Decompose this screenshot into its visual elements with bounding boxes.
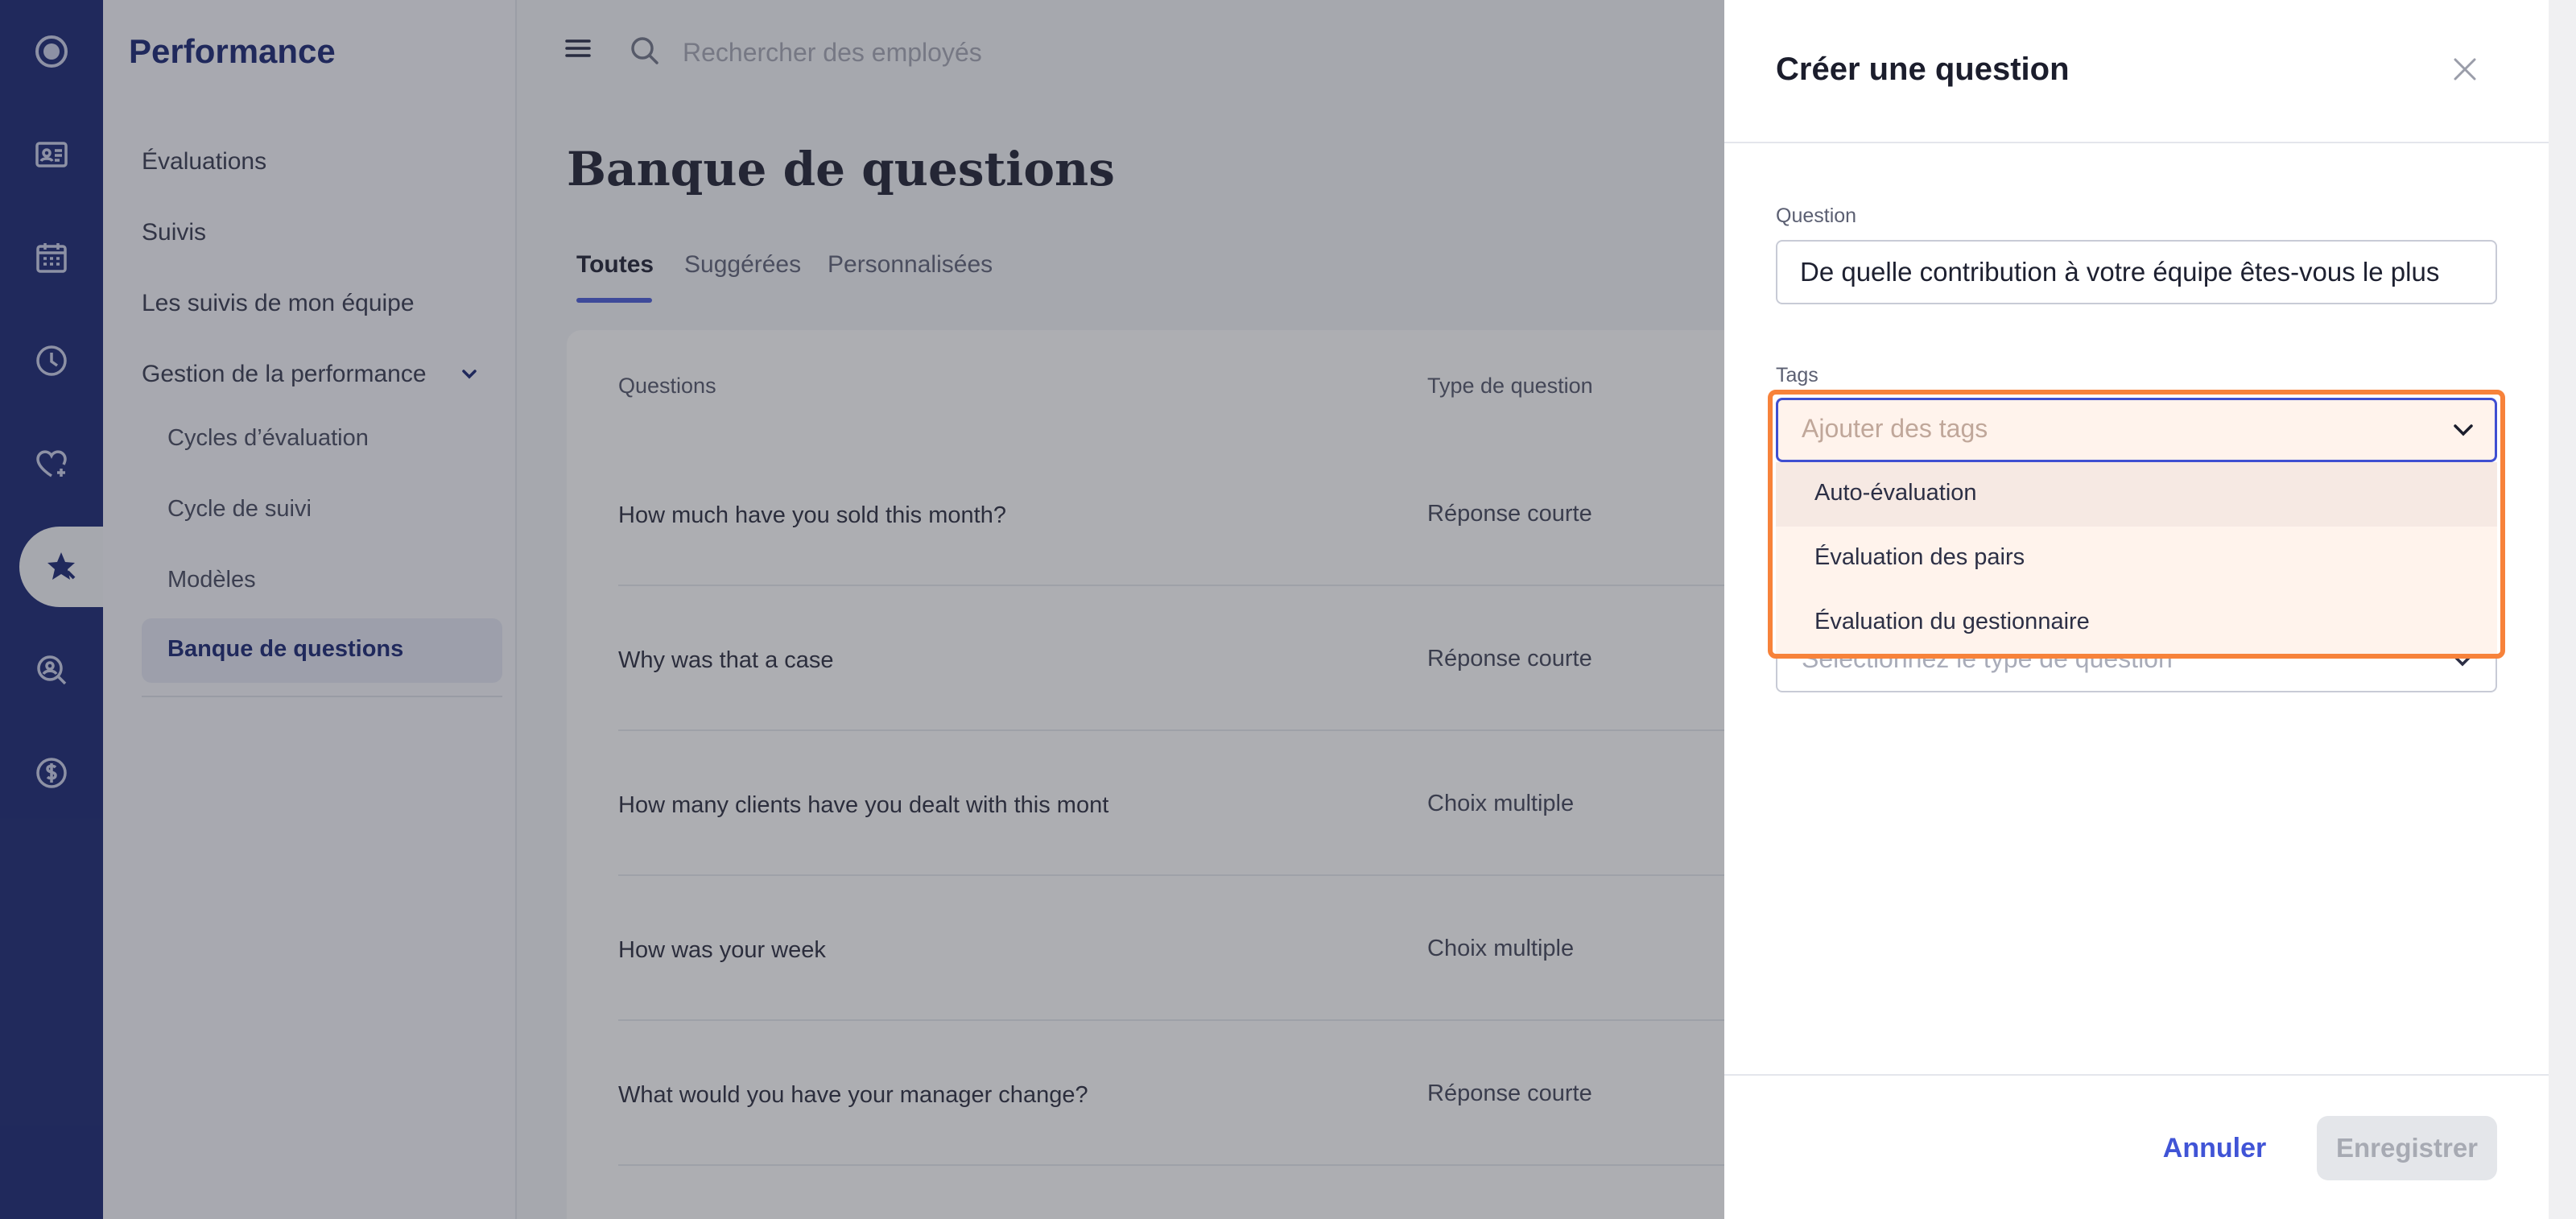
drawer-footer-divider — [1724, 1074, 2549, 1076]
save-button[interactable]: Enregistrer — [2317, 1116, 2497, 1180]
page-scrollbar[interactable] — [2549, 0, 2576, 1219]
drawer-header-divider — [1724, 142, 2549, 143]
question-label: Question — [1776, 205, 1857, 227]
drawer-title: Créer une question — [1776, 52, 2070, 87]
tags-label: Tags — [1776, 364, 1818, 386]
close-icon[interactable] — [2449, 53, 2481, 85]
question-input[interactable] — [1776, 240, 2497, 304]
create-question-drawer: Créer une question Question Tags Sélecti… — [1724, 0, 2549, 1219]
cancel-button[interactable]: Annuler — [2130, 1116, 2299, 1180]
tags-highlight-box — [1768, 390, 2505, 659]
